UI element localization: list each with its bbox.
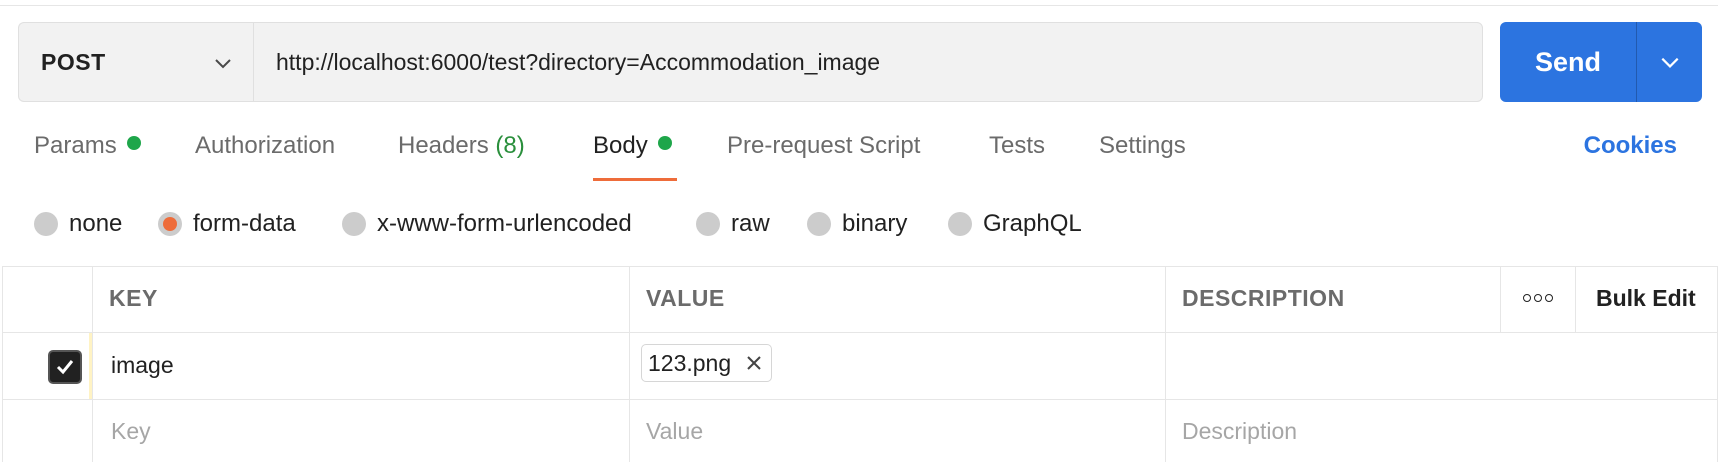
close-icon[interactable] bbox=[745, 354, 763, 372]
tab-tests-label: Tests bbox=[989, 132, 1046, 159]
cookies-link[interactable]: Cookies bbox=[1584, 132, 1677, 160]
table-border bbox=[1165, 266, 1166, 462]
table-border bbox=[1575, 266, 1576, 332]
tab-params-label: Params bbox=[34, 132, 117, 159]
tab-settings-label: Settings bbox=[1099, 132, 1186, 159]
radio-raw[interactable]: raw bbox=[696, 210, 770, 238]
radio-circle bbox=[342, 212, 366, 236]
key-input[interactable]: Key bbox=[111, 418, 151, 445]
radio-label: binary bbox=[842, 210, 908, 237]
file-chip: 123.png bbox=[641, 344, 773, 382]
send-options-button[interactable] bbox=[1637, 22, 1702, 102]
column-header-description: DESCRIPTION bbox=[1182, 285, 1345, 311]
key-cell[interactable]: image bbox=[111, 352, 174, 379]
checkmark-icon bbox=[56, 360, 74, 375]
method-label: POST bbox=[41, 48, 106, 75]
tab-authorization[interactable]: Authorization bbox=[195, 132, 335, 182]
tab-body-label: Body bbox=[593, 132, 648, 159]
radio-label: none bbox=[69, 210, 123, 237]
radio-circle bbox=[696, 212, 720, 236]
table-border bbox=[629, 266, 630, 462]
url-input[interactable]: http://localhost:6000/test?directory=Acc… bbox=[253, 22, 1483, 102]
tab-settings[interactable]: Settings bbox=[1099, 132, 1186, 182]
tab-authorization-label: Authorization bbox=[195, 132, 336, 159]
radio-label: raw bbox=[731, 210, 770, 237]
row-checkbox[interactable] bbox=[48, 350, 82, 384]
radio-circle bbox=[158, 212, 182, 236]
radio-x-www-form-urlencoded[interactable]: x-www-form-urlencoded bbox=[342, 210, 632, 238]
radio-circle bbox=[948, 212, 972, 236]
column-header-value: VALUE bbox=[646, 285, 725, 311]
top-divider bbox=[0, 5, 1718, 6]
table-border bbox=[1500, 266, 1501, 332]
active-tab-indicator bbox=[593, 178, 677, 181]
radio-none[interactable]: none bbox=[34, 210, 122, 238]
form-data-table: KEY VALUE DESCRIPTION Bulk Edit image 12… bbox=[2, 266, 1718, 462]
chevron-down-icon bbox=[1661, 57, 1678, 68]
bulk-edit-button[interactable]: Bulk Edit bbox=[1596, 285, 1696, 312]
chevron-down-icon bbox=[215, 59, 231, 69]
url-text: http://localhost:6000/test?directory=Acc… bbox=[276, 48, 881, 75]
request-tabs: Params Authorization Headers (8) Body Pr… bbox=[0, 132, 1718, 182]
radio-graphql[interactable]: GraphQL bbox=[948, 210, 1082, 238]
radio-form-data[interactable]: form-data bbox=[158, 210, 296, 238]
more-options-icon[interactable] bbox=[1523, 294, 1553, 304]
description-input[interactable]: Description bbox=[1182, 418, 1297, 445]
tab-headers-label: Headers bbox=[398, 132, 489, 159]
file-name: 123.png bbox=[648, 349, 732, 376]
radio-circle bbox=[34, 212, 58, 236]
headers-count-badge: (8) bbox=[495, 132, 525, 159]
value-input[interactable]: Value bbox=[646, 418, 703, 445]
table-border bbox=[2, 266, 1718, 267]
send-button-group: Send bbox=[1500, 22, 1702, 102]
radio-binary[interactable]: binary bbox=[807, 210, 907, 238]
status-dot bbox=[657, 136, 672, 150]
send-button[interactable]: Send bbox=[1500, 22, 1637, 102]
row-edit-indicator bbox=[89, 333, 92, 399]
tab-headers[interactable]: Headers (8) bbox=[398, 132, 525, 182]
table-border bbox=[92, 266, 93, 462]
radio-circle bbox=[807, 212, 831, 236]
radio-label: GraphQL bbox=[983, 210, 1082, 237]
tab-pre-request-script-label: Pre-request Script bbox=[727, 132, 921, 159]
table-border bbox=[2, 399, 1718, 400]
tab-tests[interactable]: Tests bbox=[989, 132, 1045, 182]
status-dot bbox=[126, 136, 141, 150]
table-border bbox=[2, 332, 1718, 333]
tab-body[interactable]: Body bbox=[593, 132, 672, 182]
tab-pre-request-script[interactable]: Pre-request Script bbox=[727, 132, 920, 182]
tab-params[interactable]: Params bbox=[34, 132, 141, 182]
radio-label: x-www-form-urlencoded bbox=[377, 210, 632, 237]
column-header-key: KEY bbox=[109, 285, 158, 311]
table-border bbox=[2, 266, 3, 462]
radio-label: form-data bbox=[193, 210, 296, 237]
method-select[interactable]: POST bbox=[18, 22, 253, 102]
